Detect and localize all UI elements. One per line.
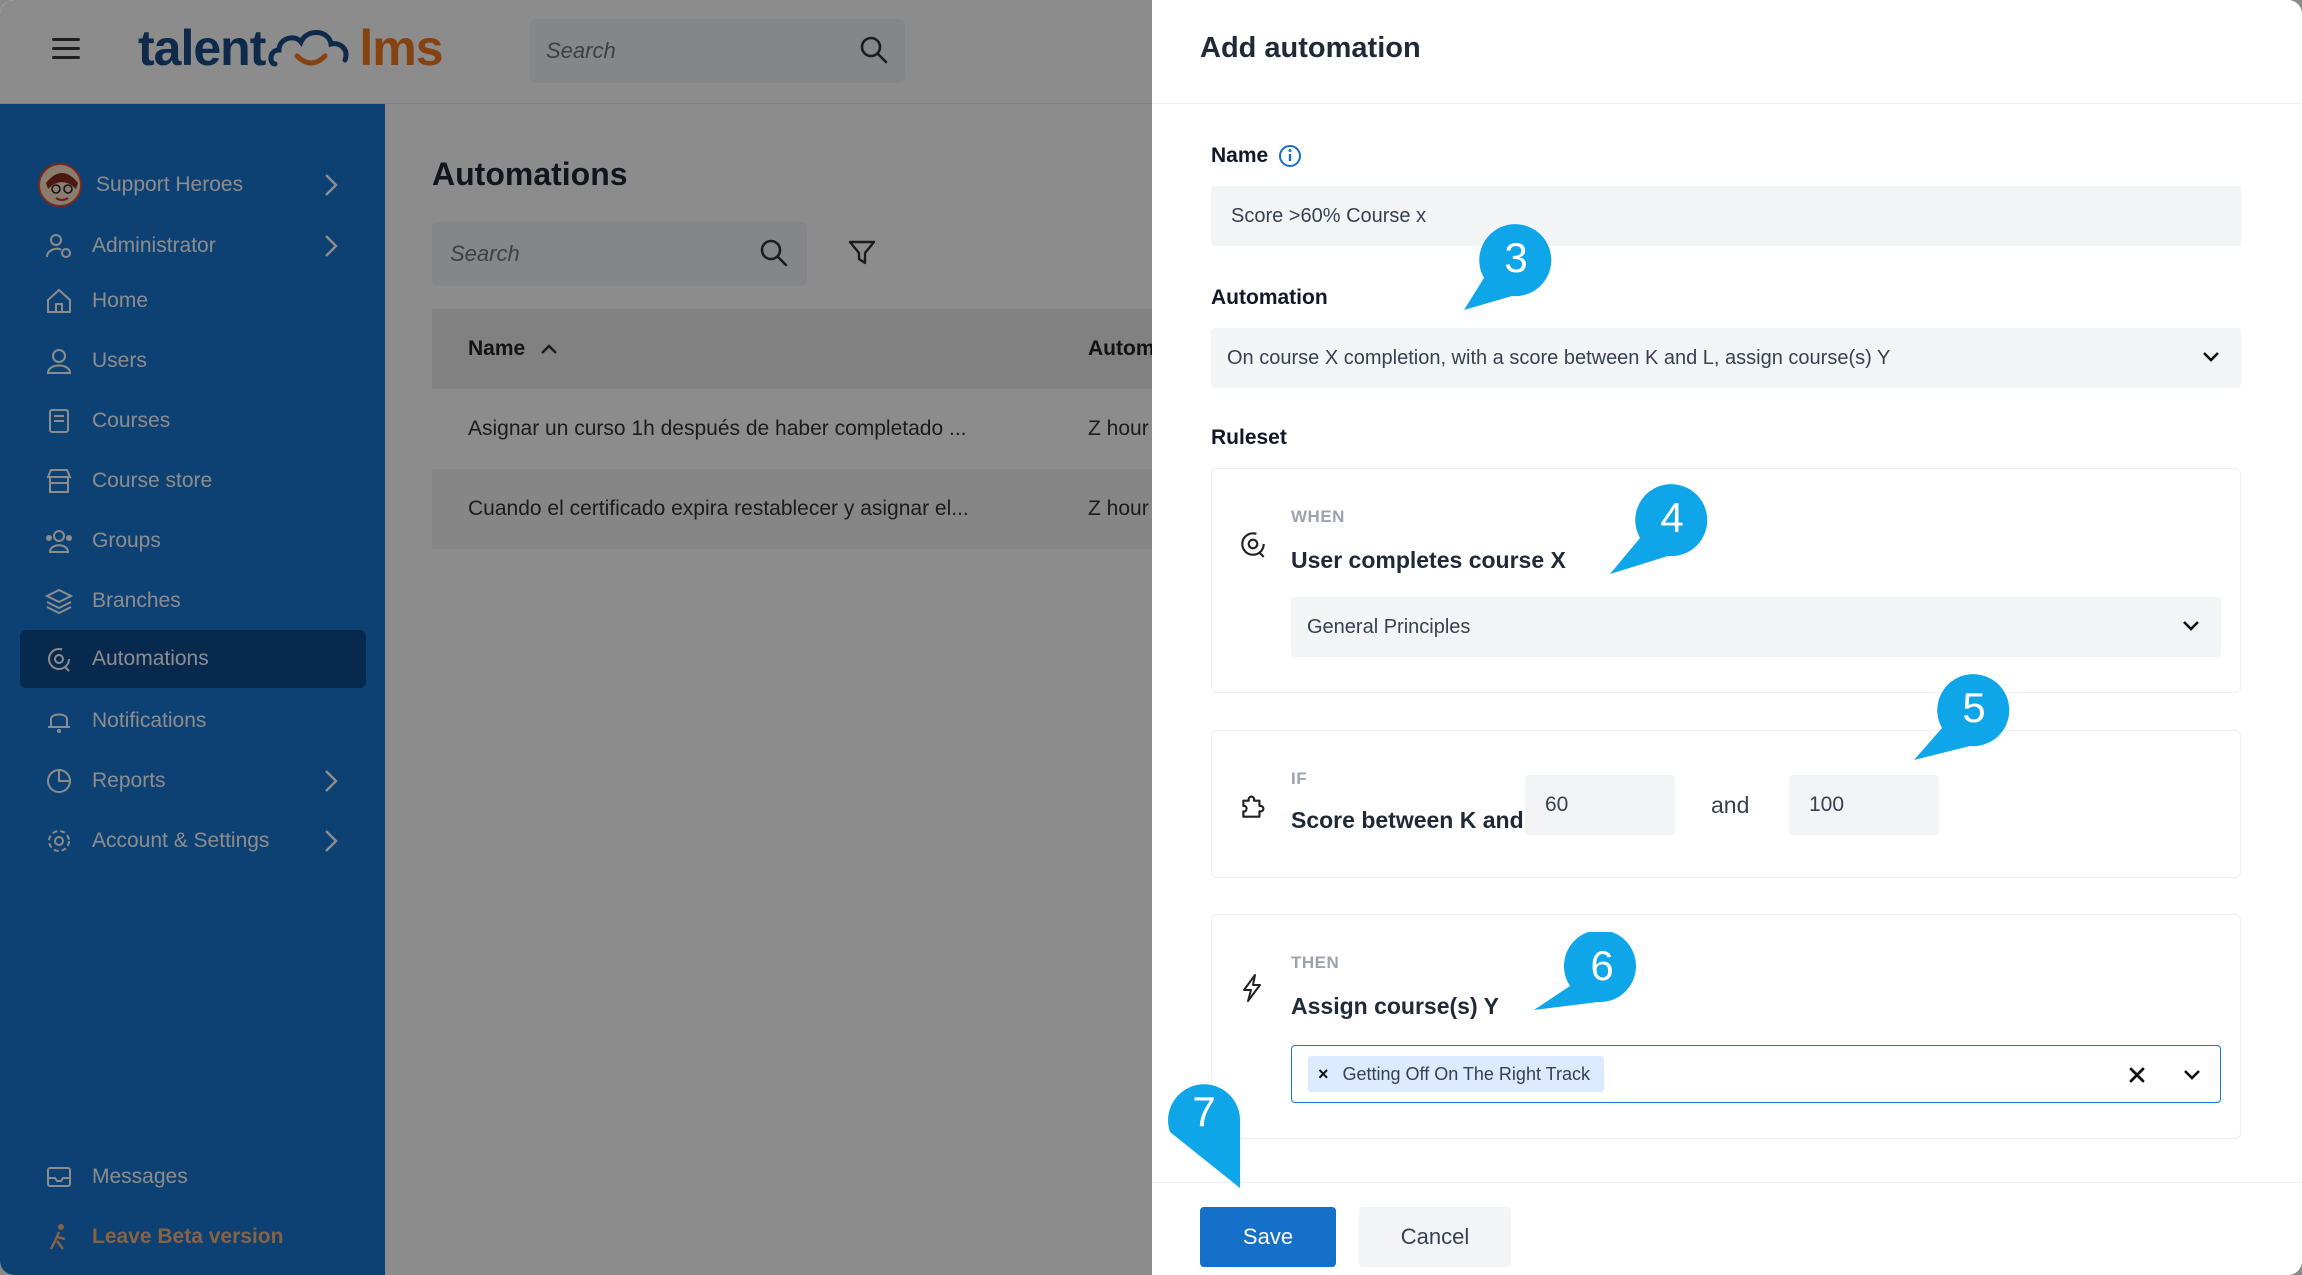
score-max-value: 100 xyxy=(1809,793,1845,816)
selected-course-label: Getting Off On The Right Track xyxy=(1342,1063,1590,1084)
drawer-footer: Save Cancel xyxy=(1152,1182,2302,1275)
course-x-value: General Principles xyxy=(1307,615,1471,638)
course-y-multiselect[interactable]: × Getting Off On The Right Track xyxy=(1291,1045,2221,1103)
chevron-down-icon xyxy=(2183,621,2199,631)
selected-course-tag: × Getting Off On The Right Track xyxy=(1308,1056,1604,1092)
automation-type-value: On course X completion, with a score bet… xyxy=(1227,346,1891,369)
step-callout-6: 6 xyxy=(1534,932,1636,1010)
and-label: and xyxy=(1711,792,1750,818)
cancel-button[interactable]: Cancel xyxy=(1359,1207,1511,1267)
clear-icon[interactable] xyxy=(2128,1066,2146,1084)
when-caption: WHEN xyxy=(1291,507,1345,526)
name-input-value: Score >60% Course x xyxy=(1231,204,1427,227)
lightning-icon xyxy=(1243,974,1261,1002)
name-label-text: Name xyxy=(1211,144,1269,167)
automation-icon xyxy=(1241,532,1265,558)
puzzle-icon xyxy=(1242,795,1265,818)
step-callout-number: 7 xyxy=(1192,1088,1215,1135)
step-callout-number: 5 xyxy=(1962,684,1985,731)
chevron-down-icon[interactable] xyxy=(2182,1068,2202,1082)
automation-type-select[interactable]: On course X completion, with a score bet… xyxy=(1211,328,2241,388)
automation-label: Automation xyxy=(1211,286,1328,309)
chevron-down-icon xyxy=(2203,352,2219,362)
when-title: User completes course X xyxy=(1291,547,1566,573)
score-min-input[interactable]: 60 xyxy=(1525,775,1675,835)
drawer-title: Add automation xyxy=(1200,32,1421,64)
if-caption: IF xyxy=(1291,769,1308,788)
step-callout-7: 7 xyxy=(1168,1084,1241,1188)
add-automation-drawer: Add automation Name Score >60% Course x … xyxy=(1152,0,2302,1275)
drawer-header: Add automation xyxy=(1152,0,2302,104)
modal-backdrop[interactable] xyxy=(0,0,1152,1275)
then-title: Assign course(s) Y xyxy=(1291,993,1499,1019)
name-label: Name xyxy=(1211,144,1302,168)
step-callout-4: 4 xyxy=(1610,484,1708,574)
step-callout-number: 3 xyxy=(1504,234,1527,281)
when-rule-card: WHEN User completes course X General Pri… xyxy=(1211,468,2241,693)
save-button[interactable]: Save xyxy=(1200,1207,1336,1267)
if-rule-card: IF Score between K and L 60 and 100 xyxy=(1211,730,2241,878)
step-callout-number: 4 xyxy=(1660,494,1683,541)
step-callout-5: 5 xyxy=(1914,674,2010,760)
info-icon[interactable] xyxy=(1278,144,1302,168)
name-input[interactable]: Score >60% Course x xyxy=(1211,186,2241,246)
score-min-value: 60 xyxy=(1545,793,1569,816)
step-callout-number: 6 xyxy=(1590,942,1613,989)
step-callout-3: 3 xyxy=(1464,224,1552,310)
app-window: talent lms Support Heroes Administ xyxy=(0,0,2302,1275)
then-rule-card: THEN Assign course(s) Y × Getting Off On… xyxy=(1211,914,2241,1139)
course-x-select[interactable]: General Principles xyxy=(1291,597,2221,657)
score-max-input[interactable]: 100 xyxy=(1789,775,1939,835)
ruleset-label: Ruleset xyxy=(1211,426,1287,449)
then-caption: THEN xyxy=(1291,953,1340,972)
if-title-text: Score between K and L xyxy=(1291,807,1545,833)
remove-tag-icon[interactable]: × xyxy=(1318,1064,1329,1085)
